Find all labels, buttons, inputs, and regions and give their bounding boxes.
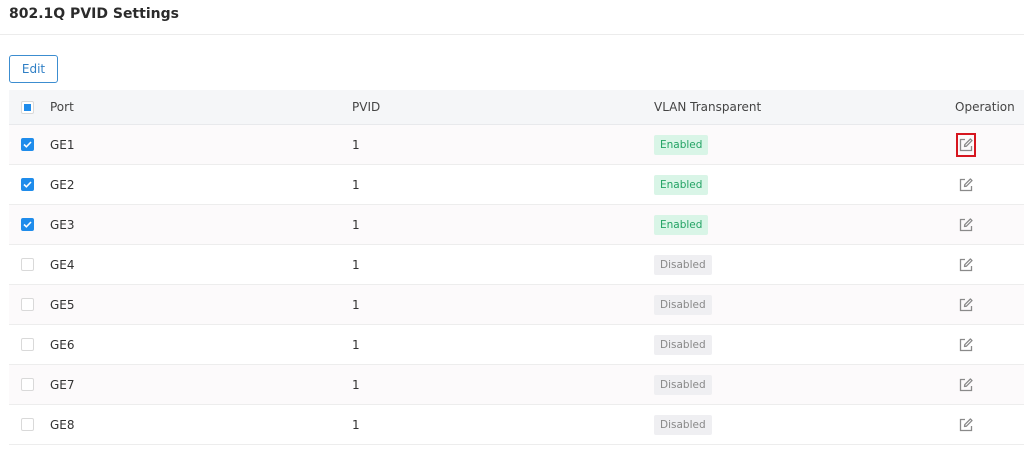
- row-checkbox[interactable]: [20, 258, 34, 271]
- status-badge: Enabled: [654, 134, 709, 155]
- row-checkbox[interactable]: [20, 418, 34, 431]
- edit-button[interactable]: Edit: [9, 55, 58, 83]
- edit-icon: [959, 297, 973, 311]
- edit-row-button[interactable]: [956, 415, 976, 435]
- pvid-cell: 1: [352, 297, 360, 312]
- table-row[interactable]: GE7 1 Disabled: [9, 365, 1024, 405]
- row-checkbox[interactable]: [20, 298, 34, 311]
- select-all-cell: [20, 90, 34, 124]
- column-header-port[interactable]: Port: [50, 90, 74, 124]
- operation-cell: [956, 125, 976, 164]
- operation-cell: [956, 285, 976, 324]
- vlan-transparent-cell: Disabled: [654, 245, 712, 284]
- pvid-cell: 1: [352, 377, 360, 392]
- row-select-cell: [20, 125, 34, 164]
- status-badge: Disabled: [654, 254, 712, 275]
- port-cell: GE1: [50, 137, 75, 152]
- port-cell: GE8: [50, 417, 75, 432]
- table-row[interactable]: GE4 1 Disabled: [9, 245, 1024, 285]
- pvid-cell: 1: [352, 257, 360, 272]
- edit-row-button[interactable]: [956, 335, 976, 355]
- check-icon: [22, 221, 32, 228]
- page-title: 802.1Q PVID Settings: [9, 6, 179, 22]
- operation-cell: [956, 245, 976, 284]
- vlan-transparent-cell: Enabled: [654, 125, 709, 164]
- port-cell: GE3: [50, 217, 75, 232]
- edit-row-button[interactable]: [956, 255, 976, 275]
- column-header-pvid[interactable]: PVID: [352, 90, 380, 124]
- edit-icon: [959, 337, 973, 351]
- vlan-transparent-cell: Disabled: [654, 365, 712, 404]
- vlan-transparent-cell: Enabled: [654, 165, 709, 204]
- table-row[interactable]: GE2 1 Enabled: [9, 165, 1024, 205]
- column-header-operation: Operation: [955, 100, 1015, 114]
- row-select-cell: [20, 205, 34, 244]
- row-select-cell: [20, 285, 34, 324]
- status-badge: Disabled: [654, 334, 712, 355]
- port-cell: GE7: [50, 377, 75, 392]
- edit-row-button[interactable]: [956, 215, 976, 235]
- status-badge: Disabled: [654, 414, 712, 435]
- edit-icon: [959, 177, 973, 191]
- port-cell: GE6: [50, 337, 75, 352]
- pvid-cell: 1: [352, 137, 360, 152]
- table-body: GE1 1 Enabled GE2 1 Enabled GE3 1 Enabled GE4 1 Dis…: [9, 125, 1024, 445]
- status-badge: Enabled: [654, 174, 709, 195]
- pvid-cell: 1: [352, 217, 360, 232]
- table-header-row: Port PVID VLAN Transparent Operation: [9, 90, 1024, 125]
- row-select-cell: [20, 245, 34, 284]
- row-checkbox[interactable]: [20, 338, 34, 351]
- row-select-cell: [20, 325, 34, 364]
- operation-cell: [956, 405, 976, 444]
- row-checkbox[interactable]: [20, 138, 34, 151]
- row-checkbox[interactable]: [20, 218, 34, 231]
- status-badge: Enabled: [654, 214, 709, 235]
- edit-icon: [959, 417, 973, 431]
- edit-row-button[interactable]: [956, 132, 976, 157]
- row-checkbox[interactable]: [20, 378, 34, 391]
- table-row[interactable]: GE5 1 Disabled: [9, 285, 1024, 325]
- edit-row-button[interactable]: [956, 175, 976, 195]
- row-select-cell: [20, 405, 34, 444]
- port-cell: GE4: [50, 257, 75, 272]
- status-badge: Disabled: [654, 294, 712, 315]
- status-badge: Disabled: [654, 374, 712, 395]
- operation-cell: [956, 165, 976, 204]
- operation-cell: [956, 205, 976, 244]
- row-select-cell: [20, 365, 34, 404]
- select-all-checkbox[interactable]: [20, 100, 34, 114]
- edit-row-button[interactable]: [956, 295, 976, 315]
- check-icon: [22, 181, 32, 188]
- table-row[interactable]: GE6 1 Disabled: [9, 325, 1024, 365]
- pvid-cell: 1: [352, 177, 360, 192]
- pvid-cell: 1: [352, 337, 360, 352]
- row-select-cell: [20, 165, 34, 204]
- table-row[interactable]: GE3 1 Enabled: [9, 205, 1024, 245]
- operation-cell: [956, 325, 976, 364]
- page-header: 802.1Q PVID Settings: [0, 0, 1024, 35]
- vlan-transparent-cell: Disabled: [654, 405, 712, 444]
- edit-icon: [959, 257, 973, 271]
- edit-icon: [959, 137, 973, 151]
- pvid-table: Port PVID VLAN Transparent Operation GE1…: [9, 90, 1024, 445]
- vlan-transparent-cell: Enabled: [654, 205, 709, 244]
- table-row[interactable]: GE8 1 Disabled: [9, 405, 1024, 445]
- edit-row-button[interactable]: [956, 375, 976, 395]
- port-cell: GE5: [50, 297, 75, 312]
- row-checkbox[interactable]: [20, 178, 34, 191]
- column-header-vlan-transparent[interactable]: VLAN Transparent: [654, 90, 761, 124]
- vlan-transparent-cell: Disabled: [654, 325, 712, 364]
- edit-icon: [959, 217, 973, 231]
- vlan-transparent-cell: Disabled: [654, 285, 712, 324]
- port-cell: GE2: [50, 177, 75, 192]
- operation-cell: [956, 365, 976, 404]
- edit-icon: [959, 377, 973, 391]
- table-row[interactable]: GE1 1 Enabled: [9, 125, 1024, 165]
- check-icon: [22, 141, 32, 148]
- pvid-cell: 1: [352, 417, 360, 432]
